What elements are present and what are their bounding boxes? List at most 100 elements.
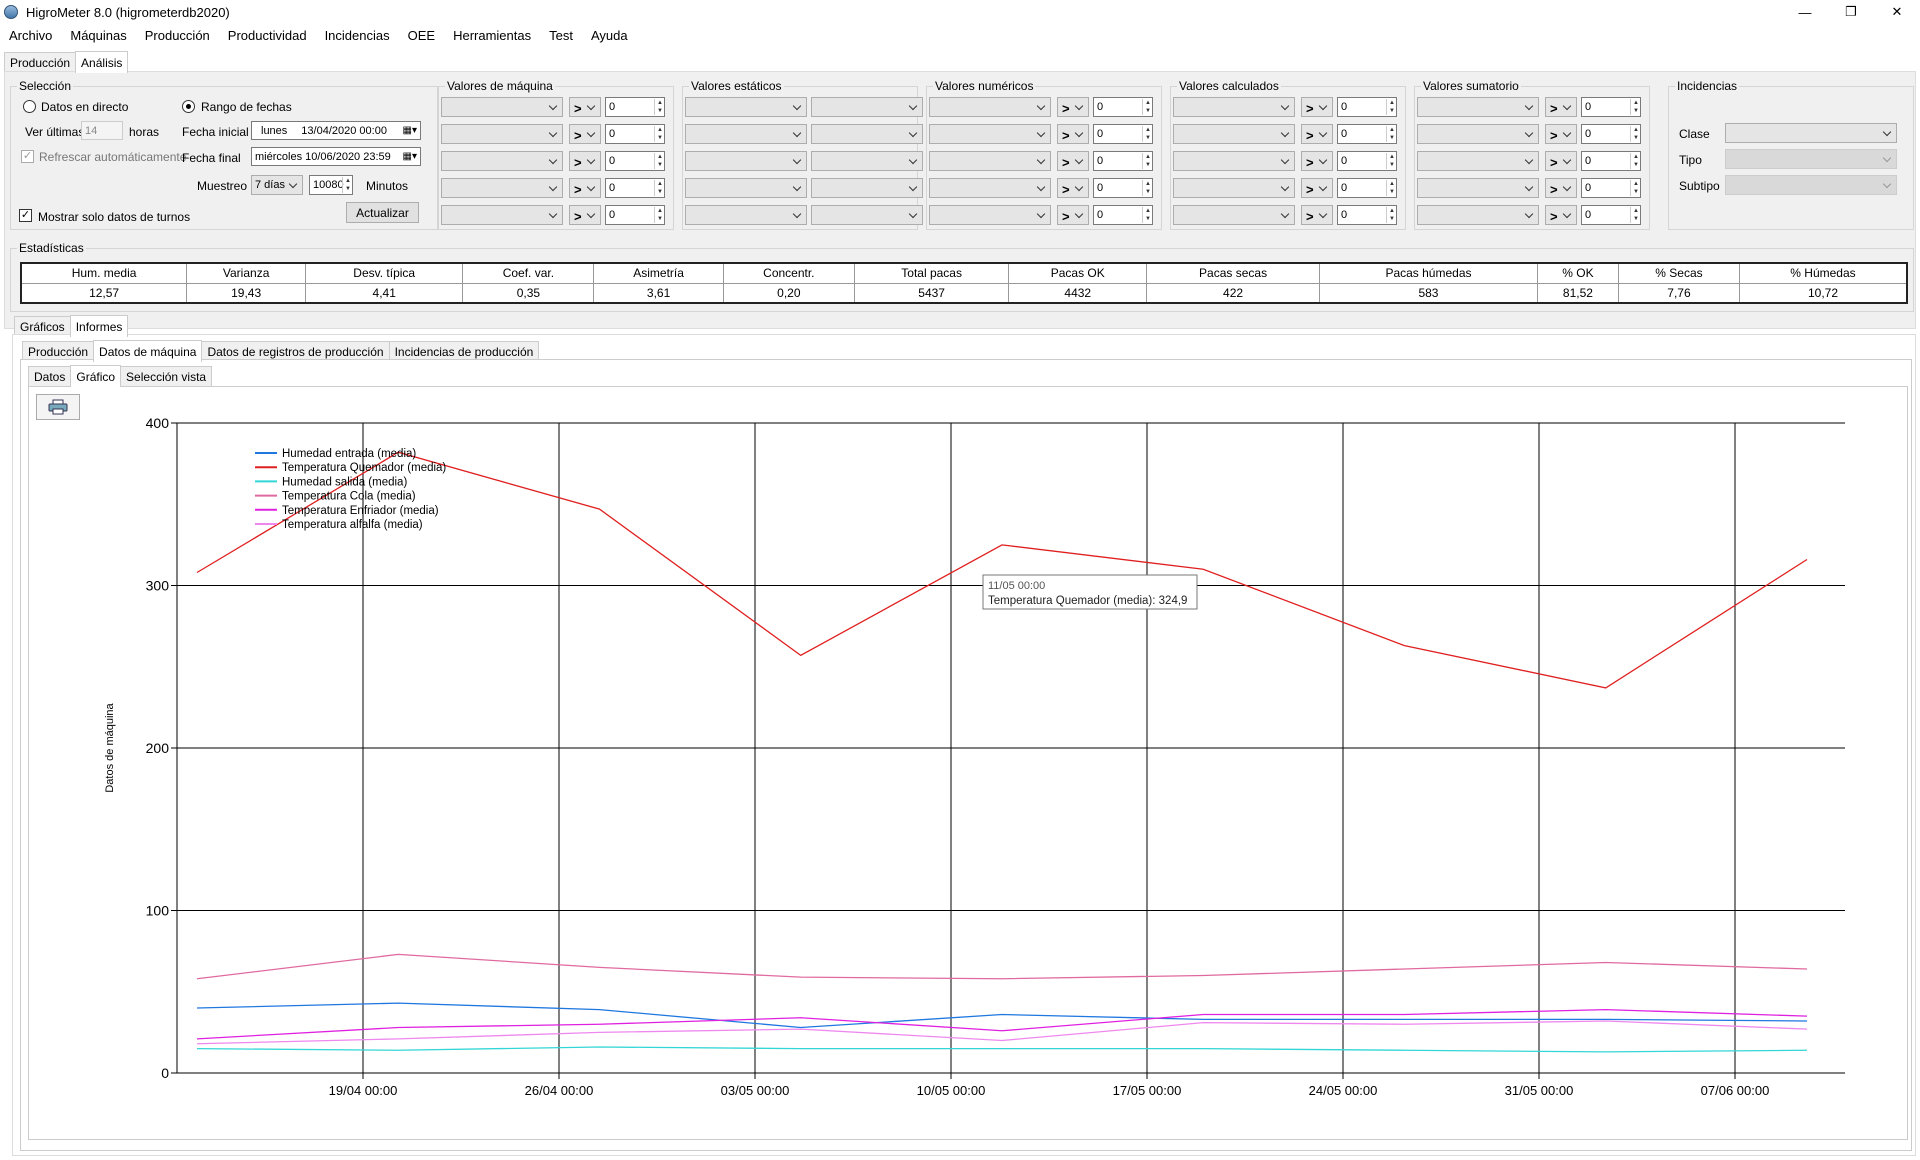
muestreo-select[interactable]: 7 días [251, 175, 303, 195]
field-select[interactable] [929, 97, 1051, 117]
threshold-stepper[interactable]: 0 [1581, 205, 1641, 225]
field-select[interactable] [1173, 151, 1295, 171]
tab-datos[interactable]: Datos [28, 366, 72, 386]
threshold-stepper[interactable]: 0 [1337, 178, 1397, 198]
field-select[interactable] [1417, 178, 1539, 198]
calendar-icon[interactable]: ▦▾ [403, 151, 417, 162]
tab-informes[interactable]: Informes [69, 315, 129, 337]
print-button[interactable] [36, 394, 80, 420]
tab-seleccion-vista[interactable]: Selección vista [120, 366, 213, 386]
close-icon[interactable]: ✕ [1874, 0, 1920, 24]
static-value-select[interactable] [811, 151, 923, 171]
operator-select[interactable]: > [1057, 178, 1089, 198]
field-select[interactable] [1417, 97, 1539, 117]
static-value-select[interactable] [811, 178, 923, 198]
datos-directo-radio[interactable] [23, 100, 36, 113]
operator-select[interactable]: > [1057, 97, 1089, 117]
operator-select[interactable]: > [1057, 205, 1089, 225]
menu-oee[interactable]: OEE [399, 28, 444, 43]
field-select[interactable] [929, 205, 1051, 225]
fecha-inicial-picker[interactable]: lunes 13/04/2020 00:00 ▦▾ [251, 121, 421, 140]
field-select[interactable] [441, 178, 563, 198]
operator-select[interactable]: > [1301, 124, 1333, 144]
operator-select[interactable]: > [1545, 97, 1577, 117]
tab-incidencias-produccion[interactable]: Incidencias de producción [388, 341, 540, 361]
threshold-stepper[interactable]: 0 [1337, 97, 1397, 117]
threshold-stepper[interactable]: 0 [605, 151, 665, 171]
tab-report-produccion[interactable]: Producción [22, 341, 95, 361]
mostrar-turnos-checkbox[interactable]: ✓ [19, 209, 32, 222]
static-field-select[interactable] [685, 97, 807, 117]
threshold-stepper[interactable]: 0 [1093, 205, 1153, 225]
static-value-select[interactable] [811, 97, 923, 117]
operator-select[interactable]: > [1545, 205, 1577, 225]
threshold-stepper[interactable]: 0 [1093, 151, 1153, 171]
threshold-stepper[interactable]: 0 [1581, 178, 1641, 198]
threshold-stepper[interactable]: 0 [1337, 151, 1397, 171]
operator-select[interactable]: > [569, 178, 601, 198]
threshold-stepper[interactable]: 0 [605, 97, 665, 117]
calendar-icon[interactable]: ▦▾ [403, 125, 417, 136]
menu-productividad[interactable]: Productividad [219, 28, 316, 43]
tab-datos-maquina[interactable]: Datos de máquina [93, 340, 203, 362]
menu-ayuda[interactable]: Ayuda [582, 28, 637, 43]
threshold-stepper[interactable]: 0 [1093, 124, 1153, 144]
threshold-stepper[interactable]: 0 [1093, 178, 1153, 198]
operator-select[interactable]: > [1545, 151, 1577, 171]
series-line-5[interactable] [196, 1020, 1808, 1045]
static-field-select[interactable] [685, 151, 807, 171]
operator-select[interactable]: > [1301, 205, 1333, 225]
field-select[interactable] [1417, 205, 1539, 225]
menu-archivo[interactable]: Archivo [0, 28, 61, 43]
operator-select[interactable]: > [1057, 151, 1089, 171]
rango-fechas-radio[interactable] [182, 100, 195, 113]
static-field-select[interactable] [685, 124, 807, 144]
field-select[interactable] [1417, 151, 1539, 171]
actualizar-button[interactable]: Actualizar [346, 202, 419, 223]
restore-icon[interactable]: ❐ [1828, 0, 1874, 24]
series-line-0[interactable] [196, 1002, 1808, 1029]
ver-ultimas-stepper[interactable]: 14 [81, 121, 123, 140]
fecha-final-picker[interactable]: miércoles 10/06/2020 23:59 ▦▾ [251, 147, 421, 166]
threshold-stepper[interactable]: 0 [1337, 205, 1397, 225]
threshold-stepper[interactable]: 0 [1337, 124, 1397, 144]
threshold-stepper[interactable]: 0 [1093, 97, 1153, 117]
operator-select[interactable]: > [569, 97, 601, 117]
operator-select[interactable]: > [1301, 97, 1333, 117]
operator-select[interactable]: > [1057, 124, 1089, 144]
field-select[interactable] [1173, 205, 1295, 225]
threshold-stepper[interactable]: 0 [1581, 97, 1641, 117]
series-line-2[interactable] [196, 1046, 1808, 1053]
field-select[interactable] [929, 124, 1051, 144]
tab-graficos[interactable]: Gráficos [14, 316, 71, 336]
field-select[interactable] [1417, 124, 1539, 144]
static-field-select[interactable] [685, 205, 807, 225]
subtipo-select[interactable] [1725, 175, 1897, 195]
tipo-select[interactable] [1725, 149, 1897, 169]
field-select[interactable] [441, 151, 563, 171]
operator-select[interactable]: > [1545, 178, 1577, 198]
field-select[interactable] [441, 97, 563, 117]
series-line-1[interactable] [196, 451, 1808, 689]
menu-herramientas[interactable]: Herramientas [444, 28, 540, 43]
field-select[interactable] [1173, 97, 1295, 117]
operator-select[interactable]: > [569, 151, 601, 171]
field-select[interactable] [441, 124, 563, 144]
operator-select[interactable]: > [569, 205, 601, 225]
field-select[interactable] [929, 178, 1051, 198]
tab-produccion[interactable]: Producción [4, 52, 77, 72]
clase-select[interactable] [1725, 123, 1897, 143]
tab-analisis[interactable]: Análisis [75, 51, 129, 73]
threshold-stepper[interactable]: 0 [605, 205, 665, 225]
field-select[interactable] [1173, 178, 1295, 198]
threshold-stepper[interactable]: 0 [605, 178, 665, 198]
field-select[interactable] [441, 205, 563, 225]
operator-select[interactable]: > [1301, 151, 1333, 171]
tab-registros-produccion[interactable]: Datos de registros de producción [201, 341, 390, 361]
static-value-select[interactable] [811, 205, 923, 225]
menu-maquinas[interactable]: Máquinas [61, 28, 135, 43]
static-value-select[interactable] [811, 124, 923, 144]
operator-select[interactable]: > [569, 124, 601, 144]
series-line-3[interactable] [196, 953, 1808, 980]
menu-produccion[interactable]: Producción [136, 28, 219, 43]
